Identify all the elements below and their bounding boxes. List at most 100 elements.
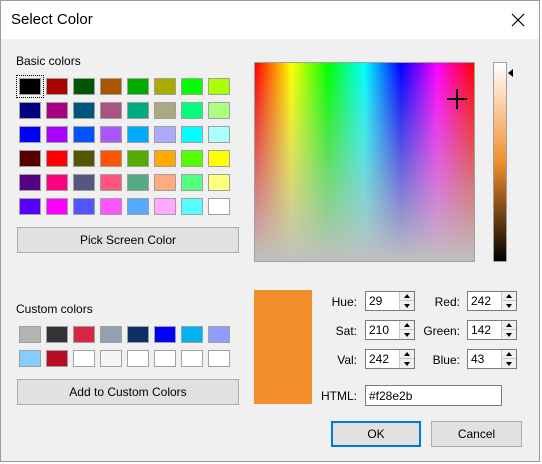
sat-up-button[interactable] — [400, 321, 414, 330]
basic-color-swatch[interactable] — [100, 150, 122, 167]
custom-color-swatch[interactable] — [154, 350, 176, 367]
cancel-button[interactable]: Cancel — [431, 421, 522, 447]
hue-down-button[interactable] — [400, 301, 414, 310]
basic-color-swatch[interactable] — [19, 102, 41, 119]
basic-color-swatch[interactable] — [73, 78, 95, 95]
basic-color-swatch[interactable] — [127, 102, 149, 119]
custom-color-swatch[interactable] — [73, 326, 95, 343]
green-input[interactable] — [468, 321, 503, 339]
close-button[interactable] — [503, 5, 533, 35]
basic-color-swatch[interactable] — [181, 78, 203, 95]
custom-color-swatch[interactable] — [100, 350, 122, 367]
basic-color-swatch[interactable] — [100, 198, 122, 215]
val-spinbox — [365, 349, 415, 369]
basic-color-swatch[interactable] — [208, 174, 230, 191]
hue-input[interactable] — [366, 292, 401, 310]
val-up-button[interactable] — [400, 350, 414, 359]
custom-color-swatch[interactable] — [73, 350, 95, 367]
basic-color-swatch[interactable] — [208, 198, 230, 215]
basic-color-swatch[interactable] — [100, 126, 122, 143]
luminance-slider[interactable] — [493, 62, 507, 262]
custom-color-swatch[interactable] — [127, 326, 149, 343]
basic-color-swatch[interactable] — [181, 174, 203, 191]
custom-color-swatch[interactable] — [181, 350, 203, 367]
basic-color-swatch[interactable] — [208, 102, 230, 119]
title-bar: Select Color — [1, 1, 539, 39]
sat-input[interactable] — [366, 321, 401, 339]
basic-color-swatch[interactable] — [19, 198, 41, 215]
basic-color-swatch[interactable] — [73, 102, 95, 119]
custom-color-swatch[interactable] — [46, 326, 68, 343]
pick-screen-color-button[interactable]: Pick Screen Color — [17, 227, 239, 253]
val-down-button[interactable] — [400, 359, 414, 368]
hue-up-button[interactable] — [400, 292, 414, 301]
green-up-button[interactable] — [502, 321, 516, 330]
custom-color-swatch[interactable] — [46, 350, 68, 367]
basic-color-swatch[interactable] — [127, 126, 149, 143]
custom-color-swatch[interactable] — [208, 326, 230, 343]
hue-spinbox — [365, 291, 415, 311]
sat-down-button[interactable] — [400, 330, 414, 339]
red-up-button[interactable] — [502, 292, 516, 301]
basic-color-swatch[interactable] — [127, 150, 149, 167]
color-spectrum[interactable] — [254, 62, 475, 262]
custom-color-swatch[interactable] — [19, 350, 41, 367]
green-down-button[interactable] — [502, 330, 516, 339]
red-input[interactable] — [468, 292, 503, 310]
basic-color-swatch[interactable] — [127, 198, 149, 215]
custom-color-swatch[interactable] — [154, 326, 176, 343]
custom-color-swatch[interactable] — [19, 326, 41, 343]
basic-color-swatch[interactable] — [73, 174, 95, 191]
basic-colors-label: Basic colors — [16, 54, 81, 68]
basic-color-swatch[interactable] — [181, 198, 203, 215]
luminance-pointer-icon[interactable] — [508, 69, 513, 77]
basic-color-swatch[interactable] — [127, 174, 149, 191]
basic-color-swatch[interactable] — [19, 126, 41, 143]
custom-color-swatch[interactable] — [181, 326, 203, 343]
blue-input[interactable] — [468, 350, 503, 368]
basic-color-swatch[interactable] — [46, 150, 68, 167]
basic-color-swatch[interactable] — [19, 150, 41, 167]
basic-color-swatch[interactable] — [19, 174, 41, 191]
sat-label: Sat: — [335, 324, 357, 338]
basic-color-swatch[interactable] — [208, 150, 230, 167]
basic-color-swatch[interactable] — [154, 198, 176, 215]
basic-color-swatch[interactable] — [208, 78, 230, 95]
basic-color-swatch[interactable] — [100, 174, 122, 191]
basic-color-swatch[interactable] — [46, 126, 68, 143]
crosshair-icon — [447, 89, 467, 109]
basic-color-swatch[interactable] — [154, 150, 176, 167]
custom-color-swatch[interactable] — [100, 326, 122, 343]
custom-color-swatch[interactable] — [208, 350, 230, 367]
basic-color-swatch[interactable] — [73, 150, 95, 167]
basic-color-swatch[interactable] — [154, 126, 176, 143]
basic-color-swatch[interactable] — [46, 198, 68, 215]
basic-color-swatch[interactable] — [46, 174, 68, 191]
basic-color-swatch[interactable] — [46, 78, 68, 95]
basic-color-swatch[interactable] — [73, 198, 95, 215]
red-down-button[interactable] — [502, 301, 516, 310]
basic-color-swatch[interactable] — [100, 78, 122, 95]
basic-color-swatch[interactable] — [16, 75, 44, 98]
basic-color-swatch[interactable] — [181, 126, 203, 143]
blue-down-button[interactable] — [502, 359, 516, 368]
basic-color-swatch[interactable] — [208, 126, 230, 143]
select-color-dialog: Select Color Basic colors Pick Screen Co… — [0, 0, 540, 462]
custom-colors-label: Custom colors — [16, 302, 93, 316]
add-to-custom-colors-button[interactable]: Add to Custom Colors — [17, 379, 239, 405]
custom-color-swatch[interactable] — [127, 350, 149, 367]
basic-color-swatch[interactable] — [154, 174, 176, 191]
ok-button[interactable]: OK — [331, 421, 421, 447]
basic-color-swatch[interactable] — [181, 102, 203, 119]
basic-color-swatch[interactable] — [154, 102, 176, 119]
val-input[interactable] — [366, 350, 401, 368]
blue-up-button[interactable] — [502, 350, 516, 359]
basic-color-swatch[interactable] — [181, 150, 203, 167]
basic-color-swatch[interactable] — [154, 78, 176, 95]
basic-color-swatch[interactable] — [46, 102, 68, 119]
html-color-input[interactable] — [365, 385, 502, 406]
basic-color-swatch[interactable] — [127, 78, 149, 95]
basic-color-swatch[interactable] — [100, 102, 122, 119]
val-label: Val: — [337, 353, 357, 367]
basic-color-swatch[interactable] — [73, 126, 95, 143]
